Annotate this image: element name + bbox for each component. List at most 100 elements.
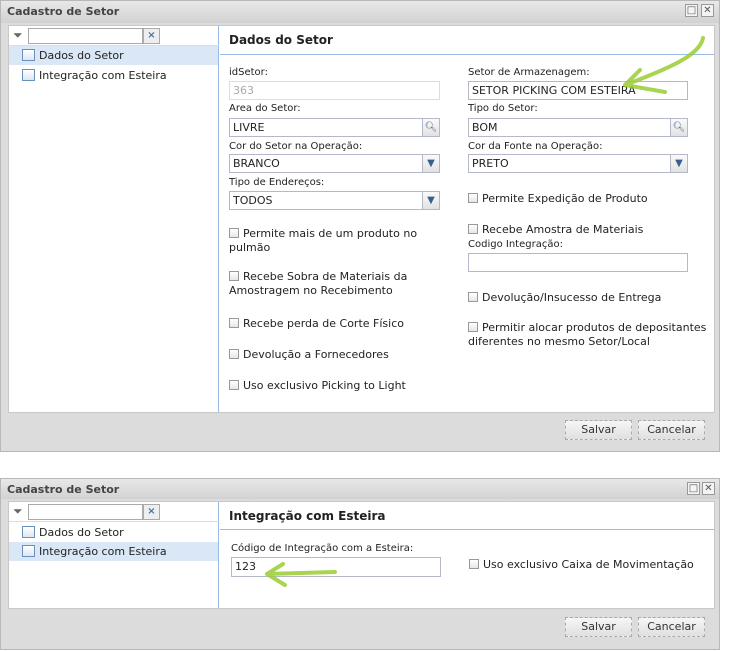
nav-item-dados-do-setor[interactable]: Dados do Setor — [9, 523, 218, 542]
checkbox-permitir-alocar[interactable]: Permitir alocar produtos de depositantes… — [468, 321, 718, 349]
checkbox-devolucao-fornecedores[interactable]: Devolução a Fornecedores — [229, 348, 429, 362]
idsetor-label: idSetor: — [229, 67, 268, 78]
nav-item-label: Dados do Setor — [39, 49, 124, 62]
cancel-button[interactable]: Cancelar — [638, 420, 705, 440]
cor-fonte-label: Cor da Fonte na Operação: — [468, 141, 603, 152]
checkbox-label: Recebe Amostra de Materiais — [482, 223, 644, 236]
checkbox[interactable] — [229, 349, 239, 359]
checkbox-label: Permite Expedição de Produto — [482, 192, 648, 205]
maximize-icon[interactable]: □ — [685, 4, 698, 17]
footer: Salvar Cancelar — [1, 413, 719, 453]
filter-input[interactable] — [28, 504, 143, 520]
form-icon — [22, 526, 35, 538]
checkbox[interactable] — [468, 322, 478, 332]
checkbox[interactable] — [229, 228, 239, 238]
filter-input[interactable] — [28, 28, 143, 44]
window-title: Cadastro de Setor — [7, 5, 120, 18]
nav-item-label: Integração com Esteira — [39, 69, 167, 82]
checkbox-caixa-movimentacao[interactable]: Uso exclusivo Caixa de Movimentação — [469, 558, 709, 572]
section-title: Integração com Esteira — [220, 502, 714, 530]
codigo-esteira-input[interactable]: 123 — [231, 557, 441, 577]
chevron-down-icon[interactable]: ▼ — [422, 192, 439, 209]
form-icon — [22, 545, 35, 557]
checkbox[interactable] — [468, 292, 478, 302]
close-icon[interactable]: ✕ — [702, 482, 715, 495]
checkbox-label: Devolução a Fornecedores — [243, 348, 389, 361]
checkbox[interactable] — [229, 271, 239, 281]
checkbox[interactable] — [469, 559, 479, 569]
cadastro-setor-window-2: Cadastro de Setor □ ✕ ⏷ × Dados do Setor… — [0, 478, 720, 650]
close-icon[interactable]: ✕ — [701, 4, 714, 17]
checkbox-permite-expedicao[interactable]: Permite Expedição de Produto — [468, 192, 708, 206]
checkbox-devolucao-insucesso[interactable]: Devolução/Insucesso de Entrega — [468, 291, 708, 305]
filter-icon: ⏷ — [13, 504, 23, 518]
tipo-setor-value: BOM — [472, 121, 498, 134]
checkbox[interactable] — [229, 318, 239, 328]
codigo-esteira-label: Código de Integração com a Esteira: — [231, 543, 414, 554]
checkbox-label: pulmão — [229, 241, 271, 254]
idsetor-input[interactable]: 363 — [229, 81, 440, 100]
checkbox-recebe-perda[interactable]: Recebe perda de Corte Físico — [229, 317, 429, 331]
codigo-integracao-label: Codigo Integração: — [468, 239, 563, 250]
checkbox[interactable] — [468, 224, 478, 234]
checkbox-permite-mais-produto[interactable]: Permite mais de um produto no pulmão — [229, 227, 429, 255]
checkbox-label: Amostragem no Recebimento — [229, 284, 393, 297]
cor-fonte-select[interactable]: PRETO ▼ — [468, 154, 688, 173]
form-icon — [22, 49, 35, 61]
title-bar[interactable]: Cadastro de Setor □ ✕ — [1, 479, 719, 499]
tipo-enderecos-value: TODOS — [233, 194, 273, 207]
window-body: ⏷ × Dados do Setor Integração com Esteir… — [8, 501, 715, 609]
tipo-enderecos-label: Tipo de Endereços: — [229, 177, 325, 188]
window-body: ⏷ × Dados do Setor Integração com Esteir… — [8, 25, 715, 413]
window-title: Cadastro de Setor — [7, 483, 120, 496]
checkbox[interactable] — [229, 380, 239, 390]
cor-setor-label: Cor do Setor na Operação: — [229, 141, 363, 152]
nav-item-integracao-com-esteira[interactable]: Integração com Esteira — [9, 542, 218, 561]
checkbox-label: Recebe perda de Corte Físico — [243, 317, 404, 330]
filter-bar: ⏷ × — [9, 502, 219, 522]
checkbox-label: Recebe Sobra de Materiais da — [243, 270, 408, 283]
nav-item-label: Dados do Setor — [39, 526, 124, 539]
codigo-integracao-input[interactable] — [468, 253, 688, 272]
checkbox-label: diferentes no mesmo Setor/Local — [468, 335, 650, 348]
cor-setor-select[interactable]: BRANCO ▼ — [229, 154, 440, 173]
checkbox[interactable] — [468, 193, 478, 203]
chevron-down-icon[interactable]: ▼ — [670, 155, 687, 172]
filter-bar: ⏷ × — [9, 26, 219, 46]
cadastro-setor-window-1: Cadastro de Setor □ ✕ ⏷ × Dados do Setor… — [0, 0, 720, 452]
tipo-enderecos-select[interactable]: TODOS ▼ — [229, 191, 440, 210]
footer: Salvar Cancelar — [1, 609, 719, 649]
area-input[interactable]: LIVRE 🔍︎ — [229, 118, 440, 137]
cancel-button[interactable]: Cancelar — [638, 617, 705, 637]
setor-armazenagem-label: Setor de Armazenagem: — [468, 67, 590, 78]
checkbox-recebe-amostra[interactable]: Recebe Amostra de Materiais — [468, 223, 708, 237]
setor-armazenagem-input[interactable]: SETOR PICKING COM ESTEIRA — [468, 81, 688, 100]
tipo-setor-label: Tipo do Setor: — [468, 103, 538, 114]
clear-filter-icon[interactable]: × — [143, 504, 160, 520]
title-bar[interactable]: Cadastro de Setor □ ✕ — [1, 1, 719, 23]
filter-icon: ⏷ — [13, 28, 23, 42]
cor-setor-value: BRANCO — [233, 157, 280, 170]
maximize-icon[interactable]: □ — [687, 482, 700, 495]
search-icon[interactable]: 🔍︎ — [422, 119, 439, 136]
chevron-down-icon[interactable]: ▼ — [422, 155, 439, 172]
nav-item-label: Integração com Esteira — [39, 545, 167, 558]
checkbox-recebe-sobra[interactable]: Recebe Sobra de Materiais da Amostragem n… — [229, 270, 429, 298]
save-button[interactable]: Salvar — [565, 420, 632, 440]
search-icon[interactable]: 🔍︎ — [670, 119, 687, 136]
cor-fonte-value: PRETO — [472, 157, 509, 170]
nav-item-integracao-com-esteira[interactable]: Integração com Esteira — [9, 66, 218, 85]
checkbox-picking-to-light[interactable]: Uso exclusivo Picking to Light — [229, 379, 429, 393]
clear-filter-icon[interactable]: × — [143, 28, 160, 44]
save-button[interactable]: Salvar — [565, 617, 632, 637]
form-icon — [22, 69, 35, 81]
checkbox-label: Uso exclusivo Picking to Light — [243, 379, 406, 392]
tipo-setor-input[interactable]: BOM 🔍︎ — [468, 118, 688, 137]
area-label: Area do Setor: — [229, 103, 301, 114]
area-value: LIVRE — [233, 121, 265, 134]
checkbox-label: Permitir alocar produtos de depositantes — [482, 321, 707, 334]
nav-item-dados-do-setor[interactable]: Dados do Setor — [9, 46, 218, 65]
nav-panel: ⏷ × Dados do Setor Integração com Esteir… — [9, 26, 219, 412]
checkbox-label: Permite mais de um produto no — [243, 227, 418, 240]
checkbox-label: Devolução/Insucesso de Entrega — [482, 291, 662, 304]
